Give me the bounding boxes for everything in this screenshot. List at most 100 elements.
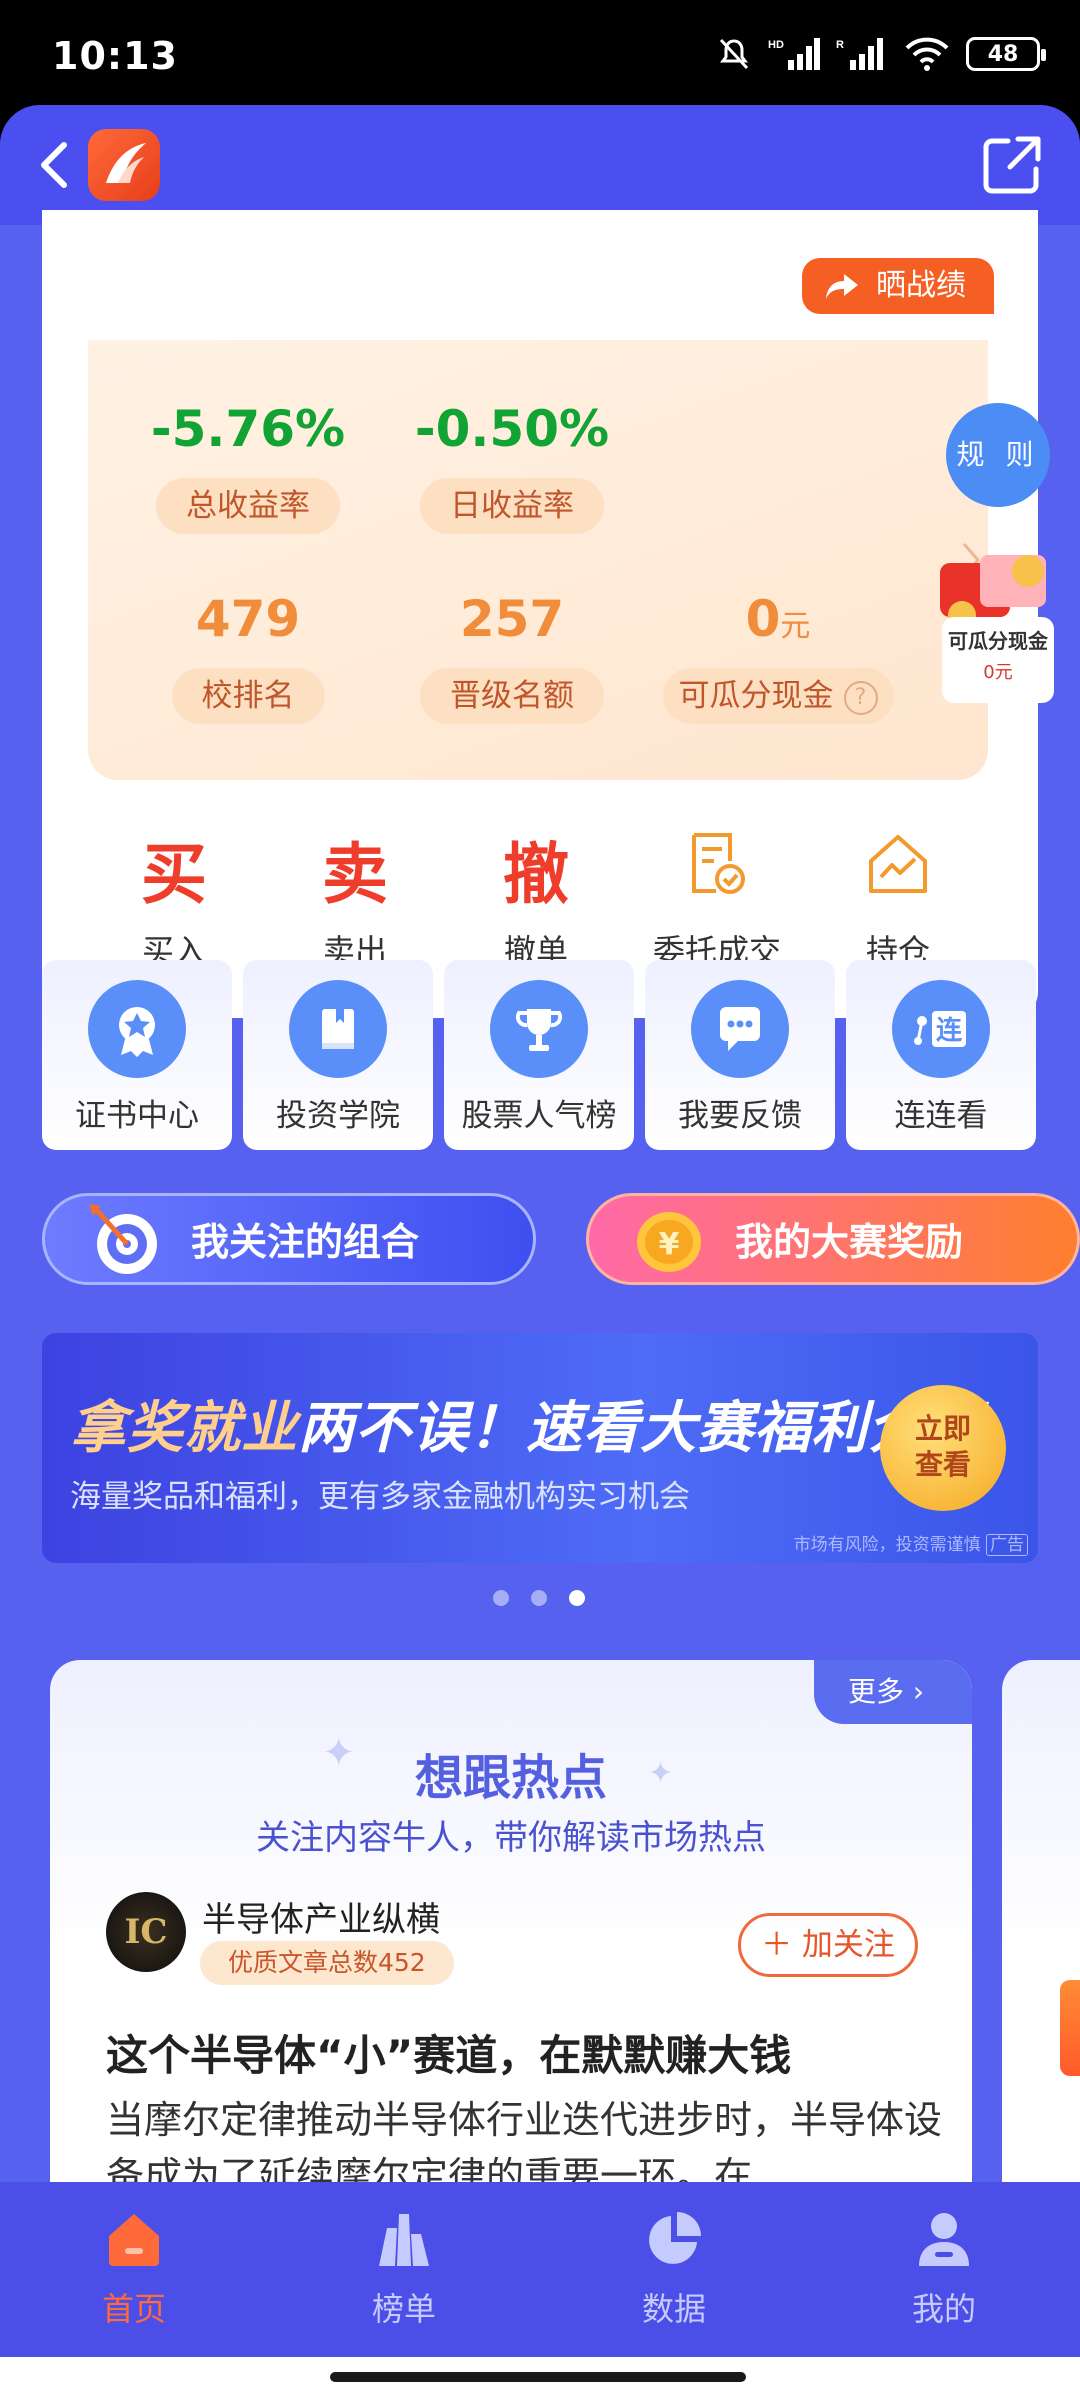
- promo-banner[interactable]: 拿奖就业两不误！速看大赛福利介绍 海量奖品和福利，更有多家金融机构实习机会 立即…: [42, 1333, 1038, 1563]
- hot-topics-subtitle: 关注内容牛人，带你解读市场热点: [256, 1818, 766, 1858]
- status-bar: 10:13 HD R 48: [0, 0, 1080, 110]
- top-bar: [0, 105, 1080, 225]
- connect-icon: 连: [914, 1011, 966, 1047]
- svg-text:¥: ¥: [659, 1227, 680, 1262]
- nav-profile[interactable]: 我的: [874, 2208, 1014, 2330]
- total-return-value: -5.76%: [150, 400, 346, 458]
- cancel-order-action[interactable]: 撤 撤单: [466, 830, 606, 972]
- nav-ranking[interactable]: 榜单: [334, 2208, 474, 2330]
- external-share-button[interactable]: [980, 133, 1044, 197]
- nav-label: 数据: [641, 2290, 706, 2328]
- daily-return-value: -0.50%: [414, 400, 610, 458]
- buy-action[interactable]: 买 买入: [104, 830, 244, 972]
- mute-icon: [719, 38, 749, 70]
- cash-label-pill[interactable]: 可瓜分现金?: [662, 668, 894, 724]
- chart-house-icon: [869, 835, 927, 893]
- promotion-quota-label: 晋级名额: [420, 668, 604, 724]
- tile-label: 我要反馈: [678, 1098, 802, 1134]
- cash-value: 0: [745, 590, 781, 648]
- tile-stock-popularity[interactable]: 股票人气榜: [444, 960, 634, 1150]
- promotion-quota-value: 257: [459, 590, 565, 648]
- orders-action[interactable]: 委托成交: [647, 830, 787, 972]
- cash-unit: 元: [780, 609, 811, 644]
- plus-icon: ＋: [761, 1927, 793, 1963]
- stats-panel: -5.76% 总收益率 -0.50% 日收益率 479 校排名 257 晋级名额…: [88, 340, 988, 780]
- sell-icon: 卖: [322, 836, 388, 913]
- nav-label: 首页: [101, 2290, 166, 2328]
- school-rank: 479 校排名: [148, 590, 348, 724]
- tile-certificate-center[interactable]: 证书中心: [42, 960, 232, 1150]
- banner-view-now-button[interactable]: 立即 查看: [880, 1385, 1006, 1511]
- cash-float-amount: 0元: [983, 662, 1013, 683]
- cash-float-title: 可瓜分现金: [948, 629, 1048, 653]
- buy-icon: 买: [141, 836, 207, 913]
- my-followed-portfolios-button[interactable]: 我关注的组合: [42, 1193, 536, 1285]
- my-followed-portfolios-label: 我关注的组合: [191, 1220, 420, 1264]
- home-indicator[interactable]: [330, 2372, 746, 2382]
- pager-dot[interactable]: [493, 1590, 509, 1606]
- app-logo: [88, 129, 160, 201]
- tile-label: 连连看: [894, 1098, 988, 1134]
- document-check-icon: [692, 833, 745, 894]
- tile-label: 投资学院: [276, 1098, 400, 1134]
- status-time: 10:13: [52, 34, 178, 78]
- author-avatar[interactable]: IC: [106, 1892, 186, 1972]
- ad-badge: 广告: [986, 1534, 1028, 1556]
- tile-feedback[interactable]: 我要反馈: [645, 960, 835, 1150]
- my-competition-rewards-label: 我的大赛奖励: [735, 1220, 964, 1264]
- home-icon: [109, 2214, 159, 2266]
- status-icons: HD R 48: [716, 36, 1046, 72]
- banner-pager: [493, 1590, 585, 1606]
- banner-cta-line1: 立即: [914, 1412, 971, 1445]
- more-link[interactable]: 更多 ›: [814, 1660, 972, 1724]
- chevron-right-icon: ›: [912, 1675, 925, 1708]
- certificate-icon: [119, 1007, 155, 1057]
- school-rank-value: 479: [195, 590, 301, 648]
- sell-action[interactable]: 卖 卖出: [285, 830, 425, 972]
- positions-action[interactable]: 持仓: [828, 830, 968, 972]
- coin-icon: ¥: [637, 1212, 701, 1272]
- banner-title-highlight: 拿奖就业: [70, 1396, 298, 1461]
- banner-risk-disclaimer: 市场有风险，投资需谨慎 广告: [794, 1530, 1028, 1556]
- tile-connect-game[interactable]: 连 连连看: [846, 960, 1036, 1150]
- back-button[interactable]: [28, 135, 78, 195]
- svg-text:连: 连: [936, 1016, 963, 1046]
- article-title[interactable]: 这个半导体“小”赛道，在默默赚大钱: [106, 2022, 791, 2083]
- cash-share: 0元 可瓜分现金?: [648, 590, 908, 724]
- svg-text:R: R: [836, 39, 844, 51]
- author-article-count: 优质文章总数452: [200, 1941, 454, 1985]
- profile-icon: [919, 2213, 969, 2266]
- author-name[interactable]: 半导体产业纵横: [202, 1892, 440, 1941]
- share-results-button[interactable]: 晒战绩: [802, 258, 994, 314]
- svg-text:HD: HD: [768, 39, 784, 51]
- nav-home[interactable]: 首页: [64, 2208, 204, 2330]
- help-icon[interactable]: ?: [843, 680, 878, 715]
- nav-data[interactable]: 数据: [604, 2208, 744, 2330]
- follow-button[interactable]: ＋ 加关注: [738, 1913, 918, 1977]
- banner-title: 拿奖就业两不误！速看大赛福利介绍: [70, 1383, 982, 1464]
- chat-icon: [720, 1007, 760, 1051]
- cash-share-float[interactable]: 可瓜分现金 0元: [932, 545, 1056, 705]
- ranking-icon: [379, 2214, 429, 2266]
- book-icon: [322, 1009, 354, 1049]
- total-return: -5.76% 总收益率: [148, 400, 348, 534]
- wifi-icon: [905, 37, 949, 71]
- daily-return: -0.50% 日收益率: [412, 400, 612, 534]
- my-competition-rewards-button[interactable]: ¥ 我的大赛奖励: [586, 1193, 1080, 1285]
- bottom-navigation: 首页 榜单 数据 我的: [0, 2182, 1080, 2357]
- hot-topics-title: 想跟热点: [414, 1750, 607, 1806]
- cancel-order-icon: 撤: [503, 836, 569, 913]
- tile-investment-academy[interactable]: 投资学院: [243, 960, 433, 1150]
- banner-cta-line2: 查看: [914, 1448, 971, 1481]
- tile-label: 证书中心: [75, 1098, 199, 1134]
- pager-dot[interactable]: [531, 1590, 547, 1606]
- pager-dot-active[interactable]: [569, 1590, 585, 1606]
- more-label: 更多: [848, 1675, 905, 1708]
- nav-label: 我的: [911, 2290, 976, 2328]
- feature-tiles: 证书中心 投资学院 股票人气榜 我要反馈 连 连连看: [42, 960, 1038, 1150]
- trophy-icon: [515, 1009, 563, 1051]
- share-arrow-icon: [826, 274, 858, 299]
- follow-label: 加关注: [801, 1927, 895, 1963]
- app-screen: -5.76% 总收益率 -0.50% 日收益率 479 校排名 257 晋级名额…: [0, 105, 1080, 2400]
- rules-button[interactable]: 规 则: [946, 403, 1050, 507]
